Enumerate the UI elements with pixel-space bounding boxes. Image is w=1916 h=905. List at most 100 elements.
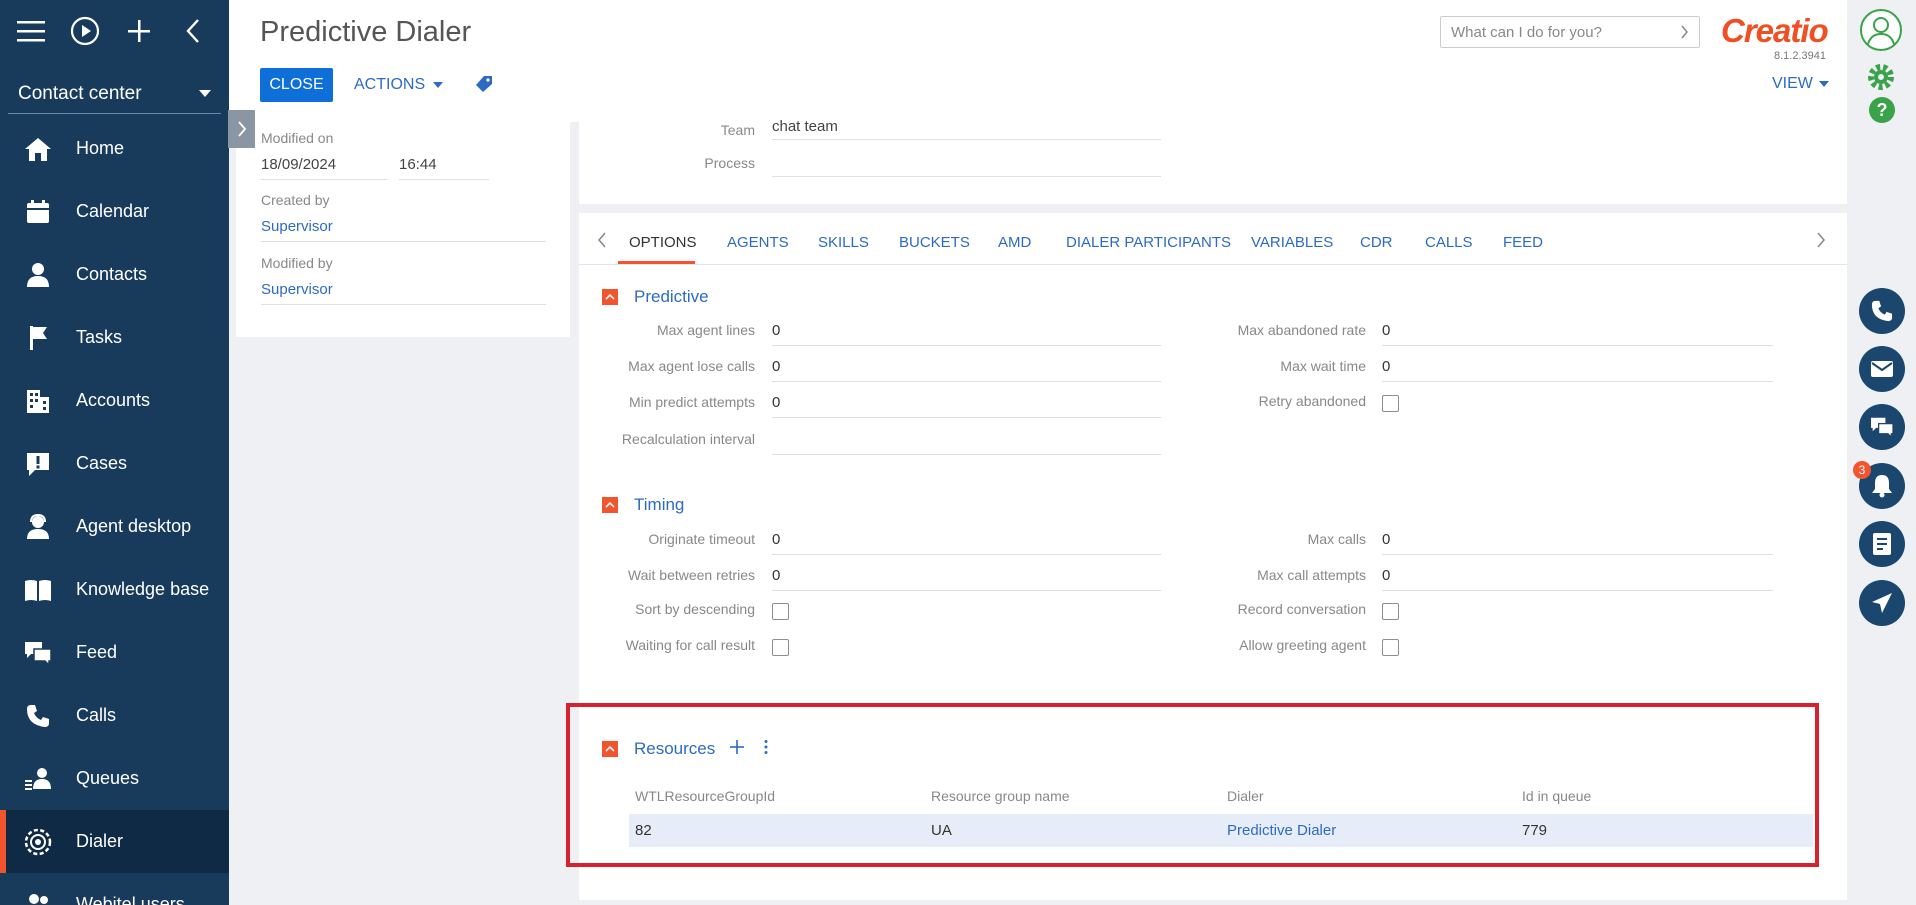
sidebar-item-webitel-users[interactable]: Webitel users bbox=[0, 873, 229, 905]
sidebar-item-feed[interactable]: Feed bbox=[0, 621, 229, 684]
wait-between-retries-field[interactable]: 0 bbox=[772, 565, 1161, 591]
highlight-frame bbox=[566, 703, 1819, 867]
phone-icon bbox=[24, 702, 52, 730]
queue-people-icon bbox=[24, 765, 52, 793]
recalculation-interval-field[interactable] bbox=[772, 429, 1161, 455]
max-call-attempts-field[interactable]: 0 bbox=[1382, 565, 1773, 591]
sidebar-item-tasks[interactable]: Tasks bbox=[0, 306, 229, 369]
tab-cdr[interactable]: CDR bbox=[1360, 234, 1393, 251]
sidebar-nav: Home Calendar Contacts Tasks Accounts Ca… bbox=[0, 117, 229, 905]
max-agent-lose-calls-field[interactable]: 0 bbox=[772, 356, 1161, 382]
alert-bubble-icon bbox=[24, 450, 52, 478]
command-search-input[interactable]: What can I do for you? bbox=[1440, 16, 1700, 48]
modified-on-date-field[interactable]: 18/09/2024 bbox=[261, 156, 387, 180]
phone-call-button[interactable] bbox=[1859, 288, 1905, 334]
sidebar-item-calls[interactable]: Calls bbox=[0, 684, 229, 747]
users-icon bbox=[24, 891, 52, 905]
sort-by-descending-checkbox[interactable] bbox=[772, 603, 789, 620]
tab-bar: OPTIONS AGENTS SKILLS BUCKETS AMD DIALER… bbox=[579, 213, 1847, 265]
originate-timeout-field[interactable]: 0 bbox=[772, 529, 1161, 555]
sidebar-item-label: Tasks bbox=[76, 327, 123, 347]
active-tab-indicator bbox=[618, 261, 695, 264]
actions-label: ACTIONS bbox=[354, 76, 426, 93]
team-field[interactable]: chat team bbox=[772, 118, 1161, 140]
gear-icon[interactable] bbox=[1866, 62, 1896, 97]
max-abandoned-rate-label: Max abandoned rate bbox=[1237, 322, 1366, 338]
timing-section-header[interactable]: Timing bbox=[602, 495, 684, 515]
send-button[interactable] bbox=[1859, 580, 1905, 626]
max-calls-field[interactable]: 0 bbox=[1382, 529, 1773, 555]
help-icon[interactable]: ? bbox=[1868, 96, 1896, 129]
created-by-label: Created by bbox=[261, 192, 330, 208]
menu-icon[interactable] bbox=[14, 14, 48, 48]
record-conversation-checkbox[interactable] bbox=[1382, 603, 1399, 620]
sidebar-item-label: Contacts bbox=[76, 264, 148, 284]
notification-badge: 3 bbox=[1853, 461, 1871, 479]
workspace-selector[interactable]: Contact center bbox=[8, 74, 221, 114]
min-predict-attempts-field[interactable]: 0 bbox=[772, 392, 1161, 418]
view-button[interactable]: VIEW bbox=[1772, 75, 1829, 93]
allow-greeting-agent-checkbox[interactable] bbox=[1382, 639, 1399, 656]
sidebar-item-knowledge-base[interactable]: Knowledge base bbox=[0, 558, 229, 621]
building-icon bbox=[24, 387, 52, 415]
home-icon bbox=[24, 135, 52, 163]
predictive-section-header[interactable]: Predictive bbox=[602, 287, 709, 307]
max-call-attempts-label: Max call attempts bbox=[1257, 567, 1366, 583]
sidebar-item-calendar[interactable]: Calendar bbox=[0, 180, 229, 243]
avatar[interactable] bbox=[1859, 8, 1903, 57]
email-button[interactable] bbox=[1859, 346, 1905, 392]
panel-toggle-button[interactable] bbox=[228, 110, 255, 148]
process-play-icon[interactable] bbox=[68, 14, 102, 48]
max-calls-label: Max calls bbox=[1307, 531, 1366, 547]
tab-options[interactable]: OPTIONS bbox=[629, 234, 697, 251]
tab-feed[interactable]: FEED bbox=[1503, 234, 1543, 251]
tab-skills[interactable]: SKILLS bbox=[818, 234, 869, 251]
tab-amd[interactable]: AMD bbox=[998, 234, 1031, 251]
chevron-down-icon bbox=[199, 90, 211, 97]
tab-agents[interactable]: AGENTS bbox=[727, 234, 789, 251]
tab-dialer-participants[interactable]: DIALER PARTICIPANTS bbox=[1066, 234, 1231, 251]
sidebar-item-contacts[interactable]: Contacts bbox=[0, 243, 229, 306]
sidebar-item-home[interactable]: Home bbox=[0, 117, 229, 180]
sidebar-item-accounts[interactable]: Accounts bbox=[0, 369, 229, 432]
sidebar-item-label: Calls bbox=[76, 705, 117, 725]
max-abandoned-rate-field[interactable]: 0 bbox=[1382, 320, 1773, 346]
chat-button[interactable] bbox=[1859, 404, 1905, 450]
tag-icon[interactable] bbox=[475, 75, 493, 98]
creatio-logo: Creatio bbox=[1721, 12, 1829, 49]
waiting-for-call-result-checkbox[interactable] bbox=[772, 639, 789, 656]
tab-buckets[interactable]: BUCKETS bbox=[899, 234, 970, 251]
person-icon bbox=[24, 261, 52, 289]
actions-button[interactable]: ACTIONS bbox=[354, 68, 444, 102]
retry-abandoned-label: Retry abandoned bbox=[1258, 393, 1366, 409]
sidebar: Contact center Home Calendar Contacts Ta… bbox=[0, 0, 229, 905]
paper-plane-icon bbox=[1872, 593, 1892, 613]
sidebar-item-dialer[interactable]: Dialer bbox=[0, 810, 229, 873]
originate-timeout-label: Originate timeout bbox=[648, 531, 755, 547]
chevron-right-icon[interactable] bbox=[1816, 231, 1826, 254]
team-label: Team bbox=[720, 122, 755, 136]
sidebar-item-label: Cases bbox=[76, 453, 128, 473]
documents-button[interactable] bbox=[1859, 521, 1905, 567]
modified-by-link[interactable]: Supervisor bbox=[261, 281, 546, 305]
created-by-link[interactable]: Supervisor bbox=[261, 218, 546, 242]
version-label: 8.1.2.3941 bbox=[1774, 50, 1826, 62]
max-agent-lines-field[interactable]: 0 bbox=[772, 320, 1161, 346]
sidebar-item-label: Dialer bbox=[76, 831, 124, 851]
sidebar-item-agent-desktop[interactable]: Agent desktop bbox=[0, 495, 229, 558]
tab-variables[interactable]: VARIABLES bbox=[1251, 234, 1333, 251]
close-button[interactable]: CLOSE bbox=[260, 68, 333, 102]
collapse-left-icon[interactable] bbox=[176, 14, 210, 48]
add-icon[interactable] bbox=[122, 14, 156, 48]
max-wait-time-field[interactable]: 0 bbox=[1382, 356, 1773, 382]
sidebar-item-label: Agent desktop bbox=[76, 516, 192, 536]
chevron-left-icon[interactable] bbox=[597, 231, 607, 254]
chevron-down-icon bbox=[433, 82, 444, 88]
sidebar-item-cases[interactable]: Cases bbox=[0, 432, 229, 495]
retry-abandoned-checkbox[interactable] bbox=[1382, 395, 1399, 412]
tab-calls[interactable]: CALLS bbox=[1425, 234, 1473, 251]
chevron-down-icon bbox=[1818, 81, 1829, 87]
sidebar-item-queues[interactable]: Queues bbox=[0, 747, 229, 810]
modified-on-time-field[interactable]: 16:44 bbox=[399, 156, 489, 180]
process-field[interactable] bbox=[772, 155, 1161, 177]
